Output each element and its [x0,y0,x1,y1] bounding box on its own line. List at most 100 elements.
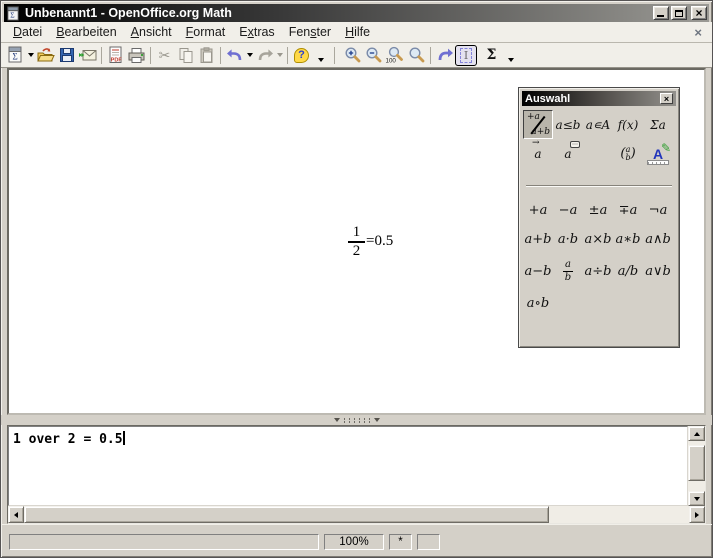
scroll-up-button[interactable] [688,426,705,441]
splitter-arrow-icon [374,418,380,422]
category-functions[interactable]: f(x) [613,110,643,139]
status-extra-panel [417,534,440,550]
category-operators[interactable]: Σa [643,110,673,139]
menu-datei[interactable]: Datei [6,23,49,41]
symbol-a-cdot-b[interactable]: a·b [553,225,583,254]
symbol-a-minus-b[interactable]: a−b [523,254,553,289]
email-envelope-icon [78,48,97,62]
command-input[interactable]: 1 over 2 = 0.5 [8,426,688,506]
print-button[interactable] [126,45,147,66]
close-button[interactable]: × [691,6,707,20]
symbol-a-ast-b[interactable]: a∗b [613,225,643,254]
symbol-minusplus-a[interactable]: ∓a [613,196,643,225]
category-relations[interactable]: a≤b [553,110,583,139]
selection-panel-close-button[interactable]: × [660,93,673,104]
copy-button[interactable] [175,45,196,66]
category-others[interactable]: a ⋯ [553,139,583,168]
arrow-left-icon [14,512,18,518]
menu-hilfe[interactable]: Hilfe [338,23,377,41]
symbol-a-circ-b[interactable]: a∘b [523,289,553,318]
scroll-right-button[interactable] [689,506,705,523]
status-modified-panel: * [389,534,412,550]
status-zoom-panel[interactable]: 100% [324,534,384,550]
zoom-out-button[interactable] [363,45,384,66]
formula-cursor-toggle[interactable]: I [455,45,477,66]
symbols-catalog-button[interactable]: Σ [481,45,502,66]
toolbar-separator [150,47,151,64]
category-grid: +a a+b a≤b a∊A f(x) Σa → a a ⋯ [523,110,676,168]
symbol-plus-a[interactable]: +a [523,196,553,225]
maximize-button[interactable] [671,6,687,20]
window-title: Unbenannt1 - OpenOffice.org Math [25,6,651,20]
arrow-up-icon [694,432,700,436]
refresh-arrow-icon [436,47,454,63]
symbol-plusminus-a[interactable]: ±a [583,196,613,225]
toolbar-overflow-button[interactable] [315,45,327,66]
zoom-button[interactable] [406,45,427,66]
menu-extras[interactable]: Extras [232,23,281,41]
refresh-button[interactable] [434,45,455,66]
svg-text:PDF: PDF [111,58,123,64]
save-floppy-icon [59,47,75,63]
symbol-a-and-b[interactable]: a∧b [643,225,673,254]
vertical-scrollbar-thumb[interactable] [688,445,705,481]
new-document-dropdown[interactable] [26,45,35,66]
formula-view[interactable]: 1 2 =0.5 Auswahl × +a a+b a≤b a∊A f(x) [7,68,706,415]
document-close-button[interactable]: × [688,25,708,40]
redo-button[interactable] [254,45,275,66]
help-button[interactable]: ? [291,45,312,66]
symbol-a-over-b[interactable]: a b [553,254,583,289]
undo-dropdown[interactable] [245,45,254,66]
symbol-neg-a[interactable]: ¬a [643,196,673,225]
menu-format[interactable]: Format [179,23,233,41]
view-splitter[interactable] [1,415,712,425]
symbol-a-times-b[interactable]: a×b [583,225,613,254]
open-button[interactable] [35,45,56,66]
menu-ansicht[interactable]: Ansicht [124,23,179,41]
symbol-a-or-b[interactable]: a∨b [643,254,673,289]
scroll-down-button[interactable] [688,491,705,506]
new-document-button[interactable]: Σ [5,45,26,66]
toolbar-separator [430,47,431,64]
maximize-icon [675,10,683,17]
menu-bearbeiten[interactable]: Bearbeiten [49,23,123,41]
paste-button[interactable] [196,45,217,66]
undo-button[interactable] [224,45,245,66]
close-icon: × [695,8,702,18]
redo-arrow-icon [256,47,274,63]
new-document-icon: Σ [7,46,24,64]
scroll-left-button[interactable] [8,506,24,523]
category-attributes[interactable]: → a [523,139,553,168]
zoom-100-icon: 100 [385,46,405,64]
email-button[interactable] [77,45,98,66]
symbol-minus-a[interactable]: −a [553,196,583,225]
panel-separator [526,185,672,187]
zoom-100-button[interactable]: 100 [384,45,406,66]
category-set-operations[interactable]: a∊A [583,110,613,139]
horizontal-scrollbar-thumb[interactable] [24,506,549,523]
zoom-in-icon [344,46,362,64]
selection-panel-titlebar[interactable]: Auswahl × [522,91,676,106]
symbol-a-div-b[interactable]: a÷b [583,254,613,289]
horizontal-scrollbar-track[interactable] [549,506,689,523]
category-unary-binary[interactable]: +a a+b [523,110,553,139]
export-pdf-button[interactable]: PDF [105,45,126,66]
command-horizontal-scrollbar[interactable] [8,506,705,523]
redo-dropdown[interactable] [275,45,284,66]
category-brackets[interactable]: ( a b ) [613,139,643,168]
symbol-a-slash-b[interactable]: a/b [613,254,643,289]
minimize-button[interactable] [653,6,669,20]
app-icon: Σ [6,6,21,21]
printer-icon [127,47,146,64]
command-vertical-scrollbar[interactable] [688,426,705,506]
dropdown-arrow-icon [247,53,253,57]
vertical-scrollbar-track[interactable] [688,481,705,491]
cut-button[interactable]: ✂ [154,45,175,66]
zoom-in-button[interactable] [342,45,363,66]
symbol-grid: +a −a ±a ∓a ¬a a+b a·b a×b a∗b a∧b a−b a… [523,196,676,318]
toolbar-overflow-button[interactable] [505,45,517,66]
category-formats[interactable]: A ✎ [643,139,673,168]
save-button[interactable] [56,45,77,66]
menu-fenster[interactable]: Fenster [282,23,338,41]
symbol-a-plus-b[interactable]: a+b [523,225,553,254]
